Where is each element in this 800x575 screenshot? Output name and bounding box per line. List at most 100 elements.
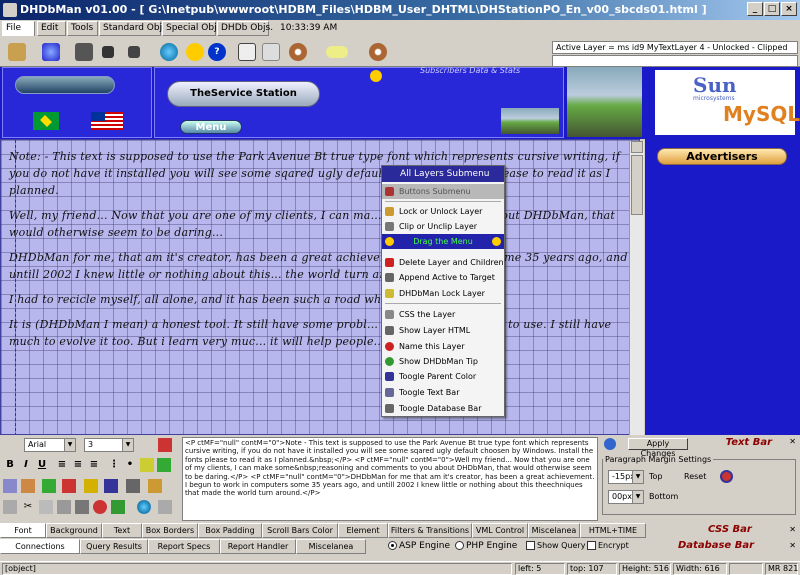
db-tab-report-handler[interactable]: Report Handler [220, 539, 296, 554]
menu-item-clip-layer[interactable]: Clip or Unclip Layer [382, 219, 504, 234]
frame-icon[interactable] [262, 43, 280, 61]
apply-changes-button[interactable]: Apply Changes [628, 438, 688, 458]
css-tab-box-borders[interactable]: Box Borders [142, 523, 198, 538]
tab-edit[interactable]: Edit [37, 21, 66, 36]
asp-engine-radio[interactable]: ASP Engine [388, 541, 450, 551]
menu-item-drag-menu[interactable]: Drag the Menu [382, 234, 504, 249]
css-tab-miscelanea[interactable]: Miscelanea [528, 523, 580, 538]
align-center-button[interactable]: ≡ [71, 458, 85, 472]
edit-icon[interactable] [148, 479, 162, 493]
italic-button[interactable]: I [19, 458, 33, 472]
tab-standard-objs[interactable]: Standard Objs. [99, 21, 170, 36]
font-size-select[interactable]: 3 ▼ [84, 438, 134, 452]
menu-item-toggle-db-bar[interactable]: Toogle Database Bar [382, 401, 504, 416]
globe-icon[interactable] [160, 43, 178, 61]
menu-button[interactable]: Menu [180, 120, 242, 134]
close-icon[interactable]: ✕ [789, 437, 796, 446]
bottom-margin-select[interactable]: 00px ▼ [608, 490, 644, 504]
css-tab-vml[interactable]: VML Control [472, 523, 528, 538]
underline-button[interactable]: U [35, 458, 49, 472]
reset-icon[interactable] [720, 470, 733, 483]
html-code-editor[interactable]: <P ctMF="null" contM="0">Note - This tex… [182, 437, 598, 521]
css-tab-text[interactable]: Text [102, 523, 142, 538]
menu-item-toggle-parent-color[interactable]: Toogle Parent Color [382, 369, 504, 384]
gear-icon[interactable] [289, 43, 307, 61]
menu-item-show-tip[interactable]: Show DHDbMan Tip [382, 354, 504, 369]
find-icon[interactable] [57, 500, 71, 514]
menu-item-show-html[interactable]: Show Layer HTML [382, 323, 504, 338]
css-tab-background[interactable]: Background [46, 523, 102, 538]
paste-icon[interactable] [39, 500, 53, 514]
close-icon[interactable]: ✕ [789, 525, 796, 534]
print-icon[interactable] [75, 500, 89, 514]
gear2-icon[interactable] [369, 43, 387, 61]
marker-icon[interactable] [84, 479, 98, 493]
menu-item-name-layer[interactable]: Name this Layer [382, 339, 504, 354]
cube-icon[interactable] [102, 46, 114, 58]
special-icon[interactable] [126, 479, 140, 493]
close-icon[interactable]: ✕ [789, 541, 796, 550]
view-icon[interactable] [158, 500, 172, 514]
db-tab-report-specs[interactable]: Report Specs [148, 539, 220, 554]
close-button[interactable]: × [781, 2, 797, 16]
car-icon[interactable] [326, 46, 348, 58]
edit-pencil-icon[interactable] [8, 43, 26, 61]
tab-tools[interactable]: Tools [67, 21, 98, 36]
indent-icon[interactable] [157, 458, 171, 472]
db-tab-query-results[interactable]: Query Results [80, 539, 148, 554]
menu-item-delete-layer[interactable]: Delete Layer and Children [382, 255, 504, 270]
copy-icon[interactable] [3, 500, 17, 514]
menu-item-lock-layer[interactable]: Lock or Unlock Layer [382, 204, 504, 219]
scroll-up-arrow-icon[interactable] [631, 141, 643, 153]
menu-item-css-layer[interactable]: CSS the Layer [382, 307, 504, 322]
encrypt-checkbox[interactable]: Encrypt [587, 541, 629, 550]
php-engine-radio[interactable]: PHP Engine [455, 541, 517, 551]
bold-button[interactable]: B [3, 458, 17, 472]
align-right-button[interactable]: ≡ [87, 458, 101, 472]
delete-icon[interactable] [93, 500, 107, 514]
css-tab-html-time[interactable]: HTML+TIME [580, 523, 646, 538]
tab-dhdb-objs[interactable]: DHDb Objs. [217, 21, 273, 36]
menu-item-append[interactable]: Append Active to Target [382, 270, 504, 285]
tab-file[interactable]: File [2, 21, 35, 36]
content-scrollbar[interactable] [629, 141, 644, 435]
menu-item-buttons-submenu[interactable]: Buttons Submenu [382, 184, 504, 199]
cut-icon[interactable]: ✂ [21, 500, 35, 514]
css-tab-filters[interactable]: Filters & Transitions [388, 523, 472, 538]
top-margin-select[interactable]: -15px ▼ [608, 470, 644, 484]
layer-tool-icon[interactable] [3, 479, 17, 493]
menu-item-toggle-text-bar[interactable]: Toogle Text Bar [382, 385, 504, 400]
maximize-button[interactable]: □ [764, 2, 780, 16]
menu-item-dhdbman-lock[interactable]: DHDbMan Lock Layer [382, 286, 504, 301]
table-tool-icon[interactable] [42, 479, 56, 493]
outdent-icon[interactable] [140, 458, 154, 472]
image-tool-icon[interactable] [21, 479, 35, 493]
color-picker-icon[interactable] [158, 438, 172, 452]
align-left-button[interactable]: ≡ [55, 458, 69, 472]
grid-icon[interactable] [238, 43, 256, 61]
css-tab-font[interactable]: Font [0, 523, 46, 538]
layer-icon[interactable] [42, 43, 60, 61]
paint-icon[interactable] [104, 479, 118, 493]
help-icon[interactable]: ? [208, 43, 226, 61]
css-tab-box-padding[interactable]: Box Padding [198, 523, 262, 538]
db-tab-miscelanea[interactable]: Miscelanea [296, 539, 366, 554]
brazil-flag-icon[interactable] [33, 112, 59, 130]
globe-icon[interactable] [137, 500, 151, 514]
box-icon[interactable] [75, 43, 93, 61]
db-tab-connections[interactable]: Connections [0, 539, 80, 554]
numbered-list-button[interactable]: ⋮ [107, 458, 121, 472]
document-content[interactable]: Note: - This text is supposed to use the… [0, 139, 640, 435]
show-query-checkbox[interactable]: Show Query [526, 541, 585, 550]
font-select[interactable]: Arial ▼ [24, 438, 76, 452]
link-tool-icon[interactable] [62, 479, 76, 493]
minimize-button[interactable]: _ [747, 2, 763, 16]
secondary-field[interactable] [552, 55, 798, 67]
usa-flag-icon[interactable] [91, 112, 123, 130]
move-arrows-icon[interactable] [186, 43, 204, 61]
css-tab-scroll-bars[interactable]: Scroll Bars Color [262, 523, 338, 538]
cube2-icon[interactable] [128, 46, 140, 58]
context-menu-header[interactable]: All Layers Submenu [382, 166, 504, 182]
bullet-list-button[interactable]: • [123, 458, 137, 472]
css-tab-element[interactable]: Element [338, 523, 388, 538]
